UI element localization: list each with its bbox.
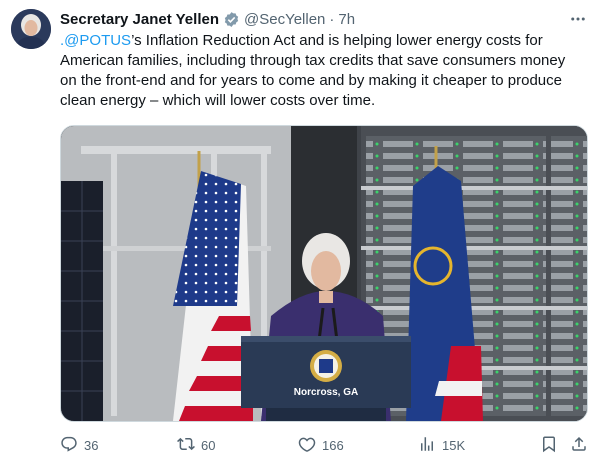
timestamp[interactable]: 7h xyxy=(338,11,355,28)
share-icon xyxy=(570,435,588,456)
separator-dot: · xyxy=(329,10,335,28)
more-icon[interactable] xyxy=(568,9,588,29)
retweet-icon xyxy=(177,435,195,456)
share-button[interactable] xyxy=(570,435,588,456)
tweet-header: Secretary Janet Yellen @SecYellen · 7h xyxy=(60,9,588,29)
retweet-button[interactable]: 60 xyxy=(177,435,215,456)
reply-button[interactable]: 36 xyxy=(60,435,98,456)
like-icon xyxy=(298,435,316,456)
avatar[interactable] xyxy=(11,9,51,49)
action-bar: 36 60 166 15K xyxy=(60,432,590,458)
tweet[interactable]: Secretary Janet Yellen @SecYellen · 7h .… xyxy=(0,0,600,461)
like-button[interactable]: 166 xyxy=(298,435,344,456)
like-count: 166 xyxy=(322,437,344,453)
verified-badge-icon xyxy=(223,11,240,28)
tweet-media[interactable]: Norcross, GA xyxy=(60,125,588,422)
reply-count: 36 xyxy=(84,437,99,453)
mention-link[interactable]: .@POTUS xyxy=(60,32,131,49)
author-handle[interactable]: @SecYellen xyxy=(244,11,325,28)
views-icon xyxy=(418,435,436,456)
podium-location-text: Norcross, GA xyxy=(294,387,358,398)
bookmark-icon xyxy=(540,435,558,456)
author-name[interactable]: Secretary Janet Yellen xyxy=(60,11,219,28)
bookmark-button[interactable] xyxy=(540,435,558,456)
retweet-count: 60 xyxy=(201,437,216,453)
views-count: 15K xyxy=(442,437,466,453)
tweet-text: .@POTUS’s Inflation Reduction Act and is… xyxy=(60,31,580,111)
tweet-body: ’s Inflation Reduction Act and is helpin… xyxy=(60,32,566,109)
views-button[interactable]: 15K xyxy=(418,435,465,456)
reply-icon xyxy=(60,435,78,456)
